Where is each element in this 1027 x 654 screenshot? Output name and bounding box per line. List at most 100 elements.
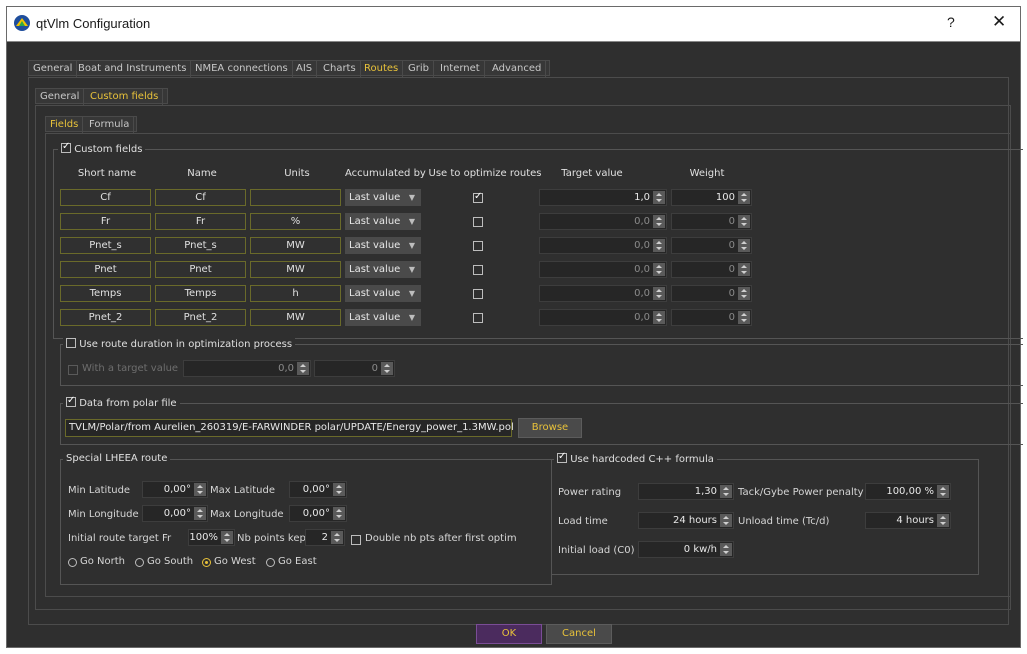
- row-optimize-checkbox[interactable]: [473, 289, 483, 299]
- spin-arrows-icon[interactable]: [194, 483, 206, 496]
- row-optimize-checkbox[interactable]: [473, 191, 483, 203]
- help-button[interactable]: ?: [947, 14, 955, 30]
- row-units[interactable]: MW: [250, 237, 341, 254]
- spin-arrows-icon[interactable]: [738, 191, 750, 204]
- tab-charts[interactable]: Charts: [319, 61, 361, 77]
- double-nb-points-checkbox[interactable]: [351, 535, 361, 545]
- spin-arrows-icon[interactable]: [653, 287, 665, 300]
- min-longitude-spinbox[interactable]: 0,00°: [142, 505, 208, 522]
- spin-arrows-icon[interactable]: [738, 239, 750, 252]
- spin-arrows-icon[interactable]: [194, 507, 206, 520]
- spin-arrows-icon[interactable]: [738, 215, 750, 228]
- spin-arrows-icon[interactable]: [333, 507, 345, 520]
- power-rating-spinbox[interactable]: 1,30: [638, 483, 734, 500]
- row-weight-spinbox[interactable]: 100: [671, 189, 752, 206]
- spin-arrows-icon[interactable]: [381, 362, 393, 375]
- route-duration-checkbox[interactable]: [66, 338, 76, 348]
- row-target-spinbox[interactable]: 0,0: [539, 285, 667, 302]
- row-optimize-checkbox[interactable]: [473, 241, 483, 251]
- polar-path-input[interactable]: TVLM/Polar/from Aurelien_260319/E-FARWIN…: [65, 419, 514, 437]
- spin-arrows-icon[interactable]: [738, 263, 750, 276]
- row-accumulated-select[interactable]: Last value ▼: [345, 213, 421, 230]
- row-units[interactable]: MW: [250, 261, 341, 278]
- spin-arrows-icon[interactable]: [937, 485, 949, 498]
- row-target-spinbox[interactable]: 1,0: [539, 189, 667, 206]
- row-accumulated-select[interactable]: Last value ▼: [345, 237, 421, 254]
- row-target-spinbox[interactable]: 0,0: [539, 261, 667, 278]
- row-weight-spinbox[interactable]: 0: [671, 285, 752, 302]
- unload-time-spinbox[interactable]: 4 hours: [865, 512, 951, 529]
- spin-arrows-icon[interactable]: [738, 287, 750, 300]
- tab-advanced[interactable]: Advanced: [488, 61, 547, 77]
- gybe-penalty-spinbox[interactable]: 100,00 %: [865, 483, 951, 500]
- spin-arrows-icon[interactable]: [720, 543, 732, 556]
- initial-target-spinbox[interactable]: 100%: [188, 529, 235, 546]
- innertab-formula[interactable]: Formula: [85, 117, 135, 133]
- spin-arrows-icon[interactable]: [653, 191, 665, 204]
- row-name[interactable]: Pnet_2: [155, 309, 246, 326]
- row-optimize-checkbox[interactable]: [473, 217, 483, 227]
- row-target-spinbox[interactable]: 0,0: [539, 213, 667, 230]
- tab-general[interactable]: General: [29, 61, 78, 77]
- initial-load-spinbox[interactable]: 0 kw/h: [638, 541, 734, 558]
- tab-internet[interactable]: Internet: [436, 61, 485, 77]
- row-name[interactable]: Temps: [155, 285, 246, 302]
- row-units[interactable]: h: [250, 285, 341, 302]
- subtab-general[interactable]: General: [36, 89, 85, 105]
- row-target-spinbox[interactable]: 0,0: [539, 309, 667, 326]
- row-units[interactable]: %: [250, 213, 341, 230]
- row-short-name[interactable]: Pnet: [60, 261, 151, 278]
- with-target-checkbox[interactable]: [68, 365, 78, 375]
- cpp-formula-checkbox[interactable]: [557, 451, 567, 463]
- spin-arrows-icon[interactable]: [738, 311, 750, 324]
- spin-arrows-icon[interactable]: [653, 263, 665, 276]
- subtab-custom-fields[interactable]: Custom fields: [86, 89, 164, 105]
- row-weight-spinbox[interactable]: 0: [671, 213, 752, 230]
- row-short-name[interactable]: Cf: [60, 189, 151, 206]
- custom-fields-checkbox[interactable]: [61, 141, 71, 153]
- close-button[interactable]: ✕: [992, 12, 1006, 32]
- row-accumulated-select[interactable]: Last value ▼: [345, 309, 421, 326]
- row-name[interactable]: Fr: [155, 213, 246, 230]
- min-latitude-spinbox[interactable]: 0,00°: [142, 481, 208, 498]
- spin-arrows-icon[interactable]: [331, 531, 343, 544]
- row-weight-spinbox[interactable]: 0: [671, 237, 752, 254]
- tab-grib[interactable]: Grib: [404, 61, 434, 77]
- row-short-name[interactable]: Temps: [60, 285, 151, 302]
- polar-file-checkbox[interactable]: [66, 395, 76, 407]
- row-target-spinbox[interactable]: 0,0: [539, 237, 667, 254]
- spin-arrows-icon[interactable]: [297, 362, 309, 375]
- row-name[interactable]: Cf: [155, 189, 246, 206]
- tab-nmea-connections[interactable]: NMEA connections: [191, 61, 293, 77]
- row-accumulated-select[interactable]: Last value ▼: [345, 261, 421, 278]
- row-accumulated-select[interactable]: Last value ▼: [345, 285, 421, 302]
- spin-arrows-icon[interactable]: [653, 215, 665, 228]
- row-name[interactable]: Pnet: [155, 261, 246, 278]
- row-units[interactable]: MW: [250, 309, 341, 326]
- load-time-spinbox[interactable]: 24 hours: [638, 512, 734, 529]
- row-optimize-checkbox[interactable]: [473, 265, 483, 275]
- spin-arrows-icon[interactable]: [653, 311, 665, 324]
- spin-arrows-icon[interactable]: [720, 514, 732, 527]
- spin-arrows-icon[interactable]: [653, 239, 665, 252]
- row-short-name[interactable]: Fr: [60, 213, 151, 230]
- tab-boat-instruments[interactable]: Boat and Instruments: [74, 61, 192, 77]
- max-longitude-spinbox[interactable]: 0,00°: [289, 505, 347, 522]
- row-short-name[interactable]: Pnet_s: [60, 237, 151, 254]
- radio-go-east[interactable]: [266, 558, 275, 567]
- row-short-name[interactable]: Pnet_2: [60, 309, 151, 326]
- nb-points-spinbox[interactable]: 2: [305, 529, 345, 546]
- row-accumulated-select[interactable]: Last value ▼: [345, 189, 421, 206]
- radio-go-west[interactable]: [202, 558, 211, 567]
- radio-go-north[interactable]: [68, 558, 77, 567]
- row-name[interactable]: Pnet_s: [155, 237, 246, 254]
- duration-target-spinbox[interactable]: 0,0: [183, 360, 311, 377]
- ok-button[interactable]: OK: [476, 624, 542, 644]
- max-latitude-spinbox[interactable]: 0,00°: [289, 481, 347, 498]
- row-weight-spinbox[interactable]: 0: [671, 309, 752, 326]
- spin-arrows-icon[interactable]: [221, 531, 233, 544]
- innertab-fields[interactable]: Fields: [46, 117, 84, 133]
- row-units[interactable]: [250, 189, 341, 206]
- browse-button[interactable]: Browse: [518, 418, 582, 438]
- tab-routes[interactable]: Routes: [360, 61, 404, 77]
